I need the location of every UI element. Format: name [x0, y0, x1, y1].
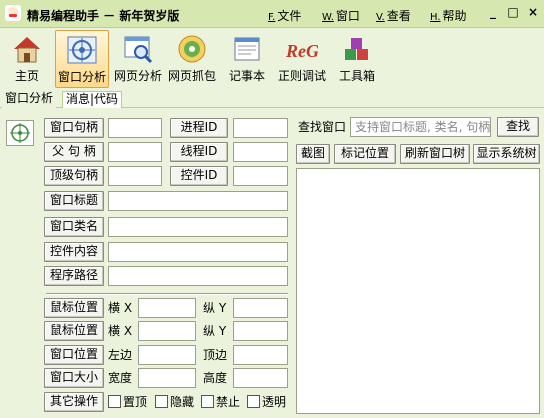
toolbar-home[interactable]: 主页 [4, 30, 50, 88]
other-operations-button[interactable]: 其它操作 [44, 392, 104, 412]
toolbar-notepad[interactable]: 记事本 [226, 30, 268, 88]
checkbox-hide[interactable] [155, 395, 168, 408]
thread-id-field[interactable] [233, 142, 288, 162]
vertical-y-label: 纵 Y [203, 301, 227, 315]
regex-glyph: ReG [286, 41, 318, 61]
tab-window-analysis[interactable]: 窗口分析 [2, 91, 57, 108]
tab-bar: 窗口分析 消息|代码 [0, 90, 544, 108]
mouse-x-field[interactable] [138, 298, 196, 318]
toolbox-blocks-icon [341, 33, 373, 65]
maximize-button[interactable]: □ [505, 5, 521, 21]
show-system-tree-button[interactable]: 显示系统树 [473, 144, 540, 164]
window-height-field[interactable] [233, 368, 288, 388]
menu-view[interactable]: V. 查看 [376, 7, 411, 24]
toolbar-window-analysis[interactable]: 窗口分析 [55, 30, 109, 88]
regex-icon: ReG [285, 33, 319, 65]
menu-file[interactable]: F. 文件 [268, 7, 301, 24]
control-id-button[interactable]: 控件ID [170, 166, 228, 186]
program-path-field[interactable] [108, 266, 288, 286]
mouse-client-x-field[interactable] [138, 321, 196, 341]
height-label: 高度 [203, 371, 228, 385]
window-title: 精易编程助手 － 新年贺岁版 [27, 9, 180, 23]
process-id-field[interactable] [233, 118, 288, 138]
checkbox-transparent[interactable] [247, 395, 260, 408]
control-content-button[interactable]: 控件内容 [44, 242, 104, 262]
control-id-field[interactable] [233, 166, 288, 186]
top-edge-label: 顶边 [203, 348, 228, 362]
mouse-position-client-button[interactable]: 鼠标位置 [44, 321, 104, 341]
divider [46, 293, 288, 295]
window-tree-view[interactable] [296, 168, 540, 414]
window-title-field[interactable] [108, 191, 288, 211]
vertical-y-label: 纵 Y [203, 324, 227, 338]
app-logo-icon [5, 5, 21, 21]
house-icon [11, 33, 43, 65]
toolbar-regex-debug[interactable]: ReG 正则调试 [276, 30, 328, 88]
checkbox-disable[interactable] [201, 395, 214, 408]
window-analysis-panel: 窗口句柄 进程ID 父 句 柄 线程ID 顶级句柄 控件ID 窗口标题 窗口类名… [0, 108, 544, 418]
find-window-label: 查找窗口 [298, 120, 347, 134]
window-top-field[interactable] [233, 345, 288, 365]
minimize-button[interactable]: _ [485, 5, 501, 21]
disc-capture-icon [176, 33, 208, 65]
window-class-field[interactable] [108, 217, 288, 237]
window-size-button[interactable]: 窗口大小 [44, 368, 104, 388]
horizontal-x-label: 横 X [108, 301, 133, 315]
menu-window[interactable]: W. 窗口 [322, 7, 360, 24]
find-button[interactable]: 查找 [497, 117, 539, 137]
refresh-window-tree-button[interactable]: 刷新窗口树 [400, 144, 470, 164]
menu-help[interactable]: H. 帮助 [430, 7, 467, 24]
title-bar: 精易编程助手 － 新年贺岁版 F. 文件 W. 窗口 V. 查看 H. 帮助 _ □ × [0, 0, 544, 28]
close-button[interactable]: × [525, 5, 541, 21]
mouse-y-field[interactable] [233, 298, 288, 318]
parent-handle-field[interactable] [108, 142, 162, 162]
toolbar-web-capture[interactable]: 网页抓包 [166, 30, 218, 88]
window-handle-button[interactable]: 窗口句柄 [44, 118, 104, 138]
window-class-button[interactable]: 窗口类名 [44, 217, 104, 237]
checkbox-transparent-label: 透明 [262, 395, 287, 409]
checkbox-disable-label: 禁止 [216, 395, 241, 409]
crosshair-drag-icon[interactable] [6, 120, 34, 146]
checkbox-topmost-label: 置顶 [123, 395, 148, 409]
thread-id-button[interactable]: 线程ID [170, 142, 228, 162]
toplevel-handle-field[interactable] [108, 166, 162, 186]
window-position-button[interactable]: 窗口位置 [44, 345, 104, 365]
window-width-field[interactable] [138, 368, 196, 388]
toplevel-handle-button[interactable]: 顶级句柄 [44, 166, 104, 186]
checkbox-topmost[interactable] [108, 395, 121, 408]
toolbar-toolbox[interactable]: 工具箱 [336, 30, 378, 88]
control-content-field[interactable] [108, 242, 288, 262]
program-path-button[interactable]: 程序路径 [44, 266, 104, 286]
checkbox-hide-label: 隐藏 [170, 395, 195, 409]
target-icon [66, 34, 98, 66]
mark-position-button[interactable]: 标记位置 [334, 144, 396, 164]
tab-message-code[interactable]: 消息|代码 [62, 91, 123, 108]
process-id-button[interactable]: 进程ID [170, 118, 228, 138]
notepad-icon [231, 33, 263, 65]
width-label: 宽度 [108, 371, 133, 385]
mouse-position-button[interactable]: 鼠标位置 [44, 298, 104, 318]
screenshot-button[interactable]: 截图 [296, 144, 330, 164]
parent-handle-button[interactable]: 父 句 柄 [44, 142, 104, 162]
horizontal-x-label: 横 X [108, 324, 133, 338]
main-toolbar: 主页 窗口分析 网页分析 网页抓包 记事本 ReG 正则调试 工具箱 [0, 28, 544, 90]
webpage-magnifier-icon [122, 33, 154, 65]
find-window-input[interactable]: 支持窗口标题, 类名, 句柄 [350, 117, 491, 137]
toolbar-web-analysis[interactable]: 网页分析 [112, 30, 164, 88]
window-title-button[interactable]: 窗口标题 [44, 191, 104, 211]
window-left-field[interactable] [138, 345, 196, 365]
left-edge-label: 左边 [108, 348, 133, 362]
mouse-client-y-field[interactable] [233, 321, 288, 341]
window-handle-field[interactable] [108, 118, 162, 138]
